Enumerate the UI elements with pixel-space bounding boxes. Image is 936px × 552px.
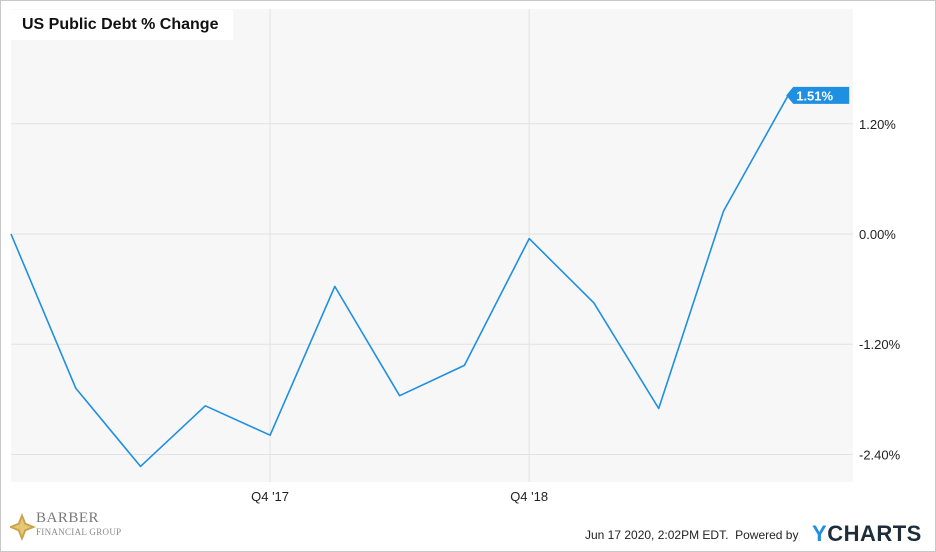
y-tick-label: -1.20% — [859, 337, 901, 352]
footer-text: Jun 17 2020, 2:02PM EDT. Powered by — [585, 528, 798, 542]
powered-by: Powered by — [735, 528, 799, 542]
ycharts-logo[interactable]: YCHARTS — [812, 521, 922, 547]
ycharts-logo-text: CHARTS — [827, 521, 922, 546]
ycharts-logo-y: Y — [812, 521, 828, 546]
chart-title: US Public Debt % Change — [22, 16, 219, 33]
x-tick-label: Q4 '18 — [510, 489, 548, 504]
timestamp: Jun 17 2020, 2:02PM EDT. — [585, 528, 729, 542]
x-axis-ticks: Q4 '17 Q4 '18 — [251, 489, 548, 504]
last-value-label: 1.51% — [796, 88, 833, 103]
brand-subtitle: FINANCIAL GROUP — [36, 527, 122, 537]
last-value-badge: 1.51% — [786, 86, 850, 104]
y-tick-label: 0.00% — [859, 227, 896, 242]
y-tick-label: -2.40% — [859, 447, 901, 462]
y-axis-ticks: 1.20% 0.00% -1.20% -2.40% — [859, 117, 901, 463]
line-chart: Q4 '17 Q4 '18 1.20% 0.00% -1.20% -2.40% 1.51… — [10, 9, 901, 504]
y-tick-label: 1.20% — [859, 117, 896, 132]
plot-area — [11, 9, 853, 482]
brand-name: BARBER — [36, 510, 100, 526]
x-tick-label: Q4 '17 — [251, 489, 289, 504]
